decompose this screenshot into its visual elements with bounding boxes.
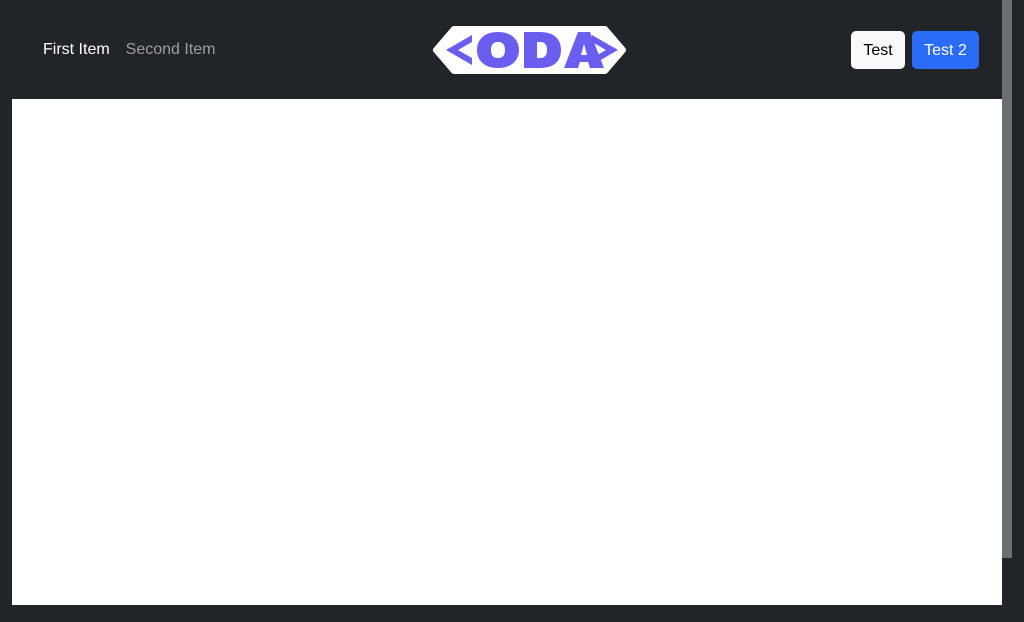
brand-logo[interactable] xyxy=(432,25,627,75)
test-2-button[interactable]: Test 2 xyxy=(912,31,979,69)
nav-link-second-item[interactable]: Second Item xyxy=(126,40,216,60)
test-button[interactable]: Test xyxy=(851,31,905,69)
main-content-area xyxy=(12,99,1002,605)
bottom-frame xyxy=(0,605,1002,622)
nav-links: First Item Second Item xyxy=(43,40,216,60)
app-window: First Item Second Item Test Test 2 xyxy=(0,0,1024,622)
nav-link-first-item[interactable]: First Item xyxy=(43,40,110,60)
top-navbar: First Item Second Item Test Test 2 xyxy=(12,0,1002,98)
scrollbar-thumb[interactable] xyxy=(1002,0,1012,558)
logo-graphic xyxy=(433,26,626,74)
